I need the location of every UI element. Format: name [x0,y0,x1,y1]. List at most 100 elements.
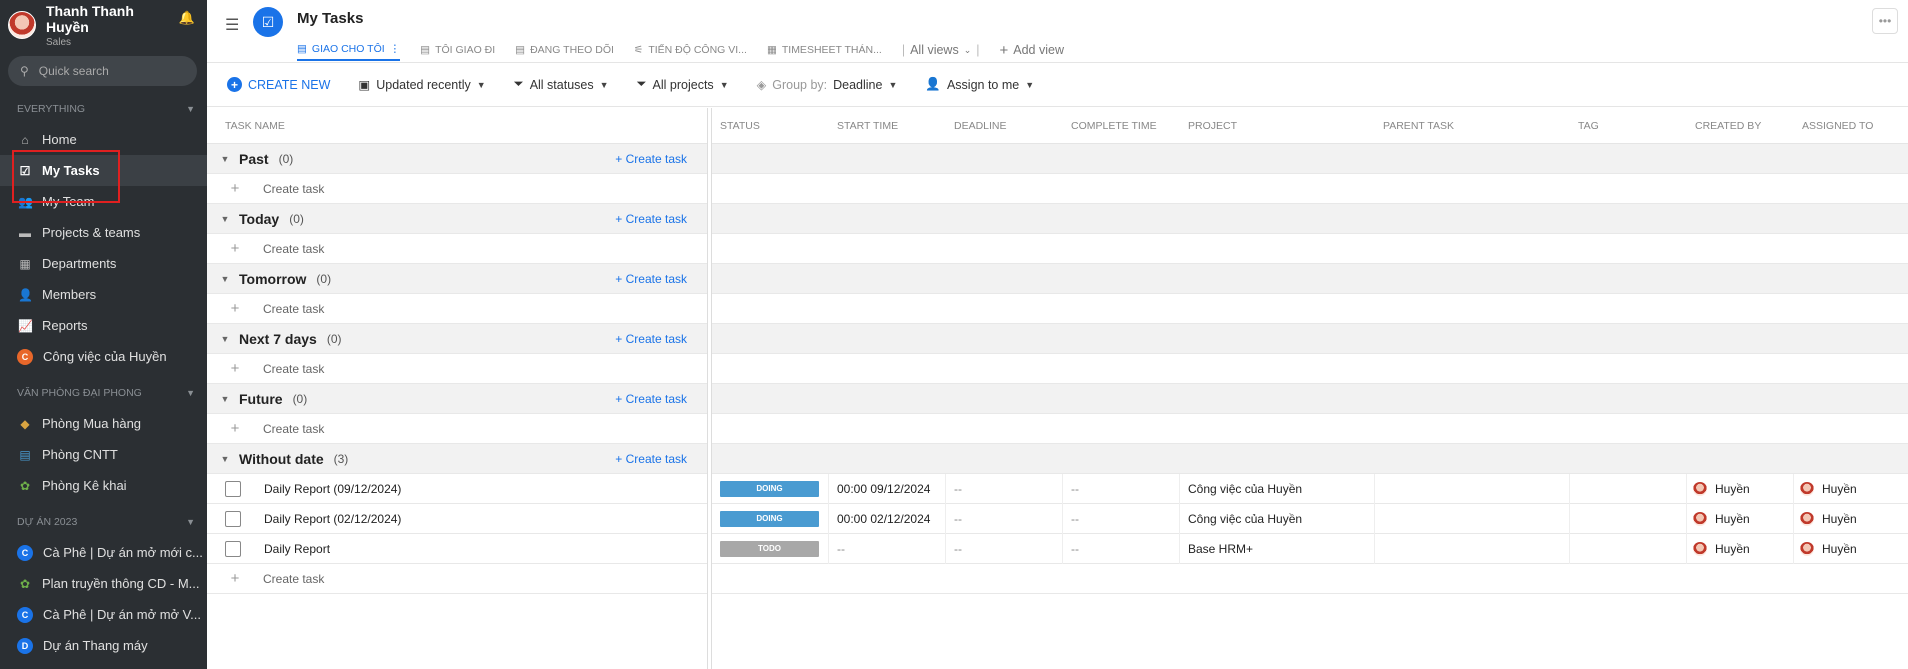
task-row-detail[interactable]: DOING 00:00 09/12/2024 -- -- Công việc của H… [712,473,1908,504]
column-header-created-by[interactable]: CREATED BY [1687,120,1794,132]
group-by-dropdown[interactable]: ◈ Group by: Deadline ▼ [757,77,898,93]
status-cell[interactable]: DOING [712,473,829,504]
status-cell[interactable]: DOING [712,503,829,534]
task-row-detail[interactable]: DOING 00:00 02/12/2024 -- -- Công việc của H… [712,503,1908,534]
column-header-parent-task[interactable]: PARENT TASK [1375,120,1570,132]
sort-dropdown[interactable]: ▣ Updated recently ▼ [358,77,485,93]
project-cell[interactable]: Base HRM+ [1180,533,1375,564]
quick-search[interactable]: ⚲ Quick search [8,56,197,86]
plus-icon[interactable]: + [207,360,263,377]
caret-down-icon[interactable]: ▼ [211,454,239,464]
create-task-link[interactable]: + Create task [615,392,687,406]
tab-giao-cho-toi[interactable]: ▤ GIAO CHO TÔI ⋮ [297,39,401,61]
caret-down-icon[interactable]: ▼ [211,274,239,284]
user-header[interactable]: Thanh Thanh Huyền Sales 🔔 [0,0,207,50]
task-checkbox[interactable] [225,510,241,527]
status-filter[interactable]: ⏷ All statuses ▼ [514,77,609,92]
column-header-status[interactable]: STATUS [712,120,829,132]
tab-tien-do[interactable]: ⚟ TIẾN ĐỘ CÔNG VI... [634,40,747,60]
start-time-cell[interactable]: 00:00 02/12/2024 [829,503,946,534]
task-checkbox[interactable] [225,480,241,497]
status-badge[interactable]: TODO [720,540,819,557]
create-task-link[interactable]: + Create task [615,332,687,346]
assign-filter[interactable]: 👤 Assign to me ▼ [925,77,1034,92]
kebab-icon[interactable]: ⋮ [390,43,401,55]
project-cell[interactable]: Công việc của Huyền [1180,503,1375,534]
tab-toi-giao-di[interactable]: ▤ TÔI GIAO ĐI [420,40,495,60]
deadline-cell[interactable]: -- [946,533,1063,564]
create-task-link[interactable]: + Create task [615,212,687,226]
add-view-button[interactable]: + Add view [1000,40,1065,60]
plus-icon[interactable]: + [207,180,263,197]
group-row[interactable]: ▼ Tomorrow (0) + Create task [207,264,707,294]
status-badge[interactable]: DOING [720,480,819,497]
created-by-cell[interactable]: Huyền [1687,503,1794,534]
assigned-to-cell[interactable]: Huyền [1794,504,1884,534]
group-row[interactable]: ▼ Past (0) + Create task [207,144,707,174]
plus-icon[interactable]: + [207,240,263,257]
sidebar-item-members[interactable]: 👤 Members [0,279,207,310]
create-new-button[interactable]: + CREATE NEW [227,77,330,92]
plus-icon[interactable]: + [207,300,263,317]
create-task-row[interactable]: + Create task [207,174,707,204]
sidebar-item-phong-cntt[interactable]: ▤ Phòng CNTT [0,439,207,470]
sidebar-item-reports[interactable]: 📈 Reports [0,310,207,341]
task-name[interactable]: Daily Report [264,542,330,556]
column-header-complete-time[interactable]: COMPLETE TIME [1063,120,1180,132]
user-avatar[interactable] [8,11,36,39]
assigned-to-cell[interactable]: Huyền [1794,534,1884,564]
create-task-link[interactable]: + Create task [615,152,687,166]
group-row[interactable]: ▼ Next 7 days (0) + Create task [207,324,707,354]
tab-timesheet[interactable]: ▦ TIMESHEET THÁN... [767,40,882,60]
start-time-cell[interactable]: 00:00 09/12/2024 [829,473,946,504]
caret-down-icon[interactable]: ▼ [211,394,239,404]
status-cell[interactable]: TODO [712,533,829,564]
tag-cell[interactable] [1570,503,1687,534]
all-views-dropdown[interactable]: | All views ⌄ | [902,40,980,60]
sidebar-item-phong-ke-khai[interactable]: ✿ Phòng Kê khai [0,470,207,501]
complete-time-cell[interactable]: -- [1063,533,1180,564]
caret-down-icon[interactable]: ▼ [211,154,239,164]
status-badge[interactable]: DOING [720,510,819,527]
group-row[interactable]: ▼ Without date (3) + Create task [207,444,707,474]
plus-icon[interactable]: + [207,420,263,437]
column-header-task-name[interactable]: TASK NAME [207,120,285,132]
sidebar-item-project[interactable]: D Dự án Thang máy [0,630,207,661]
create-task-link[interactable]: + Create task [615,452,687,466]
section-du-an[interactable]: DỰ ÁN 2023 ▼ [0,511,207,533]
column-header-assigned-to[interactable]: ASSIGNED TO [1794,120,1884,132]
section-van-phong[interactable]: VĂN PHÒNG ĐẠI PHONG ▼ [0,382,207,404]
task-name[interactable]: Daily Report (09/12/2024) [264,482,401,496]
plus-icon[interactable]: + [207,570,263,587]
complete-time-cell[interactable]: -- [1063,503,1180,534]
hamburger-menu-icon[interactable]: ☰ [225,15,239,35]
bell-icon[interactable]: 🔔 [179,10,195,26]
created-by-cell[interactable]: Huyền [1687,533,1794,564]
sidebar-item-project[interactable]: C Cà Phê | Dự án mở mới c... [0,537,207,568]
parent-task-cell[interactable] [1375,473,1570,504]
create-task-row[interactable]: + Create task [207,564,707,594]
create-task-row[interactable]: + Create task [207,354,707,384]
column-header-project[interactable]: PROJECT [1180,120,1375,132]
parent-task-cell[interactable] [1375,533,1570,564]
tag-cell[interactable] [1570,473,1687,504]
column-header-start-time[interactable]: START TIME [829,120,946,132]
start-time-cell[interactable]: -- [829,533,946,564]
projects-filter[interactable]: ⏷ All projects ▼ [637,77,729,92]
task-row[interactable]: Daily Report (09/12/2024) [207,474,707,504]
complete-time-cell[interactable]: -- [1063,473,1180,504]
column-header-tag[interactable]: TAG [1570,120,1687,132]
tag-cell[interactable] [1570,533,1687,564]
group-row[interactable]: ▼ Future (0) + Create task [207,384,707,414]
caret-down-icon[interactable]: ▼ [211,334,239,344]
create-task-link[interactable]: + Create task [615,272,687,286]
group-row[interactable]: ▼ Today (0) + Create task [207,204,707,234]
task-row-detail[interactable]: TODO -- -- -- Base HRM+ Huyền Huyền [712,533,1908,564]
sidebar-item-departments[interactable]: ▦ Departments [0,248,207,279]
project-cell[interactable]: Công việc của Huyền [1180,473,1375,504]
more-options-button[interactable]: ••• [1872,8,1898,34]
task-checkbox[interactable] [225,540,241,557]
created-by-cell[interactable]: Huyền [1687,473,1794,504]
sidebar-item-cong-viec[interactable]: C Công việc của Huyền [0,341,207,372]
sidebar-item-project[interactable]: C Cà Phê | Dự án mở mở V... [0,599,207,630]
